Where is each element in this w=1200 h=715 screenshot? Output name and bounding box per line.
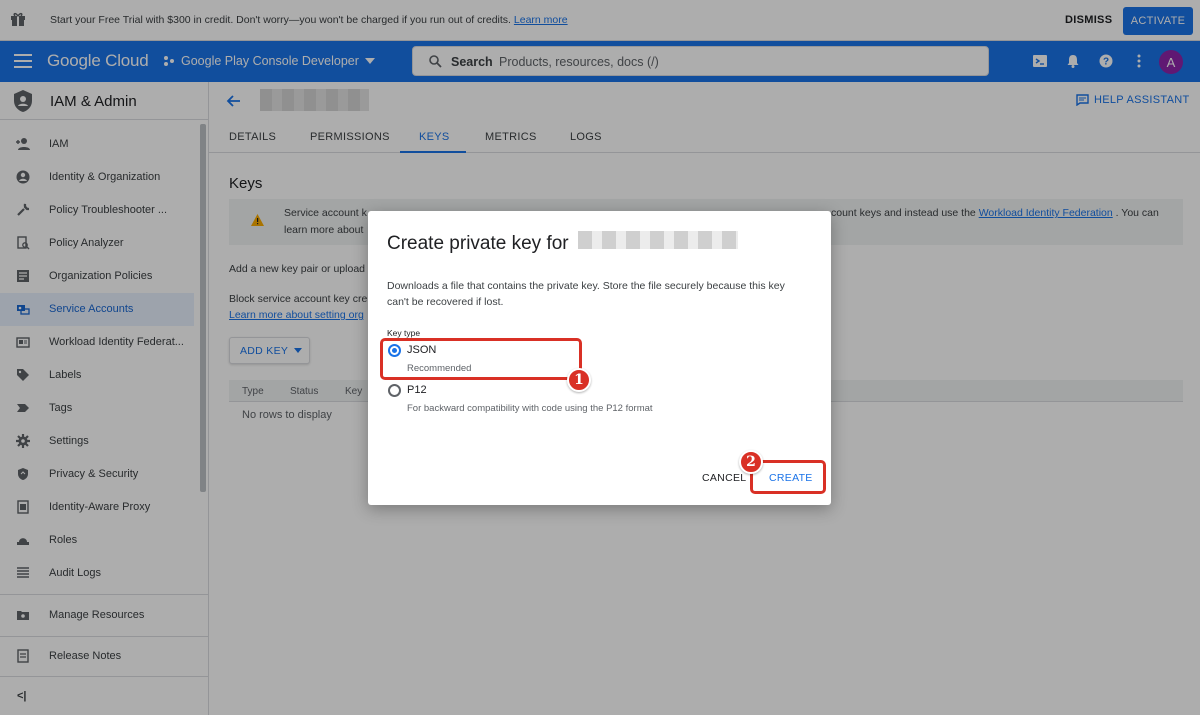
json-highlight-box (380, 338, 582, 380)
cancel-button[interactable]: CANCEL (702, 472, 746, 484)
redacted-service-account (578, 231, 738, 249)
p12-option-sub: For backward compatibility with code usi… (407, 403, 653, 414)
p12-option-label[interactable]: P12 (407, 384, 427, 396)
dialog-title: Create private key for (387, 233, 569, 254)
step-badge-2: 2 (739, 450, 763, 474)
dialog-description-line2: can't be recovered if lost. (387, 296, 504, 308)
p12-radio[interactable] (388, 384, 401, 397)
key-type-label: Key type (387, 328, 421, 338)
dialog-description-line1: Downloads a file that contains the priva… (387, 280, 785, 292)
step-badge-1: 1 (567, 368, 591, 392)
